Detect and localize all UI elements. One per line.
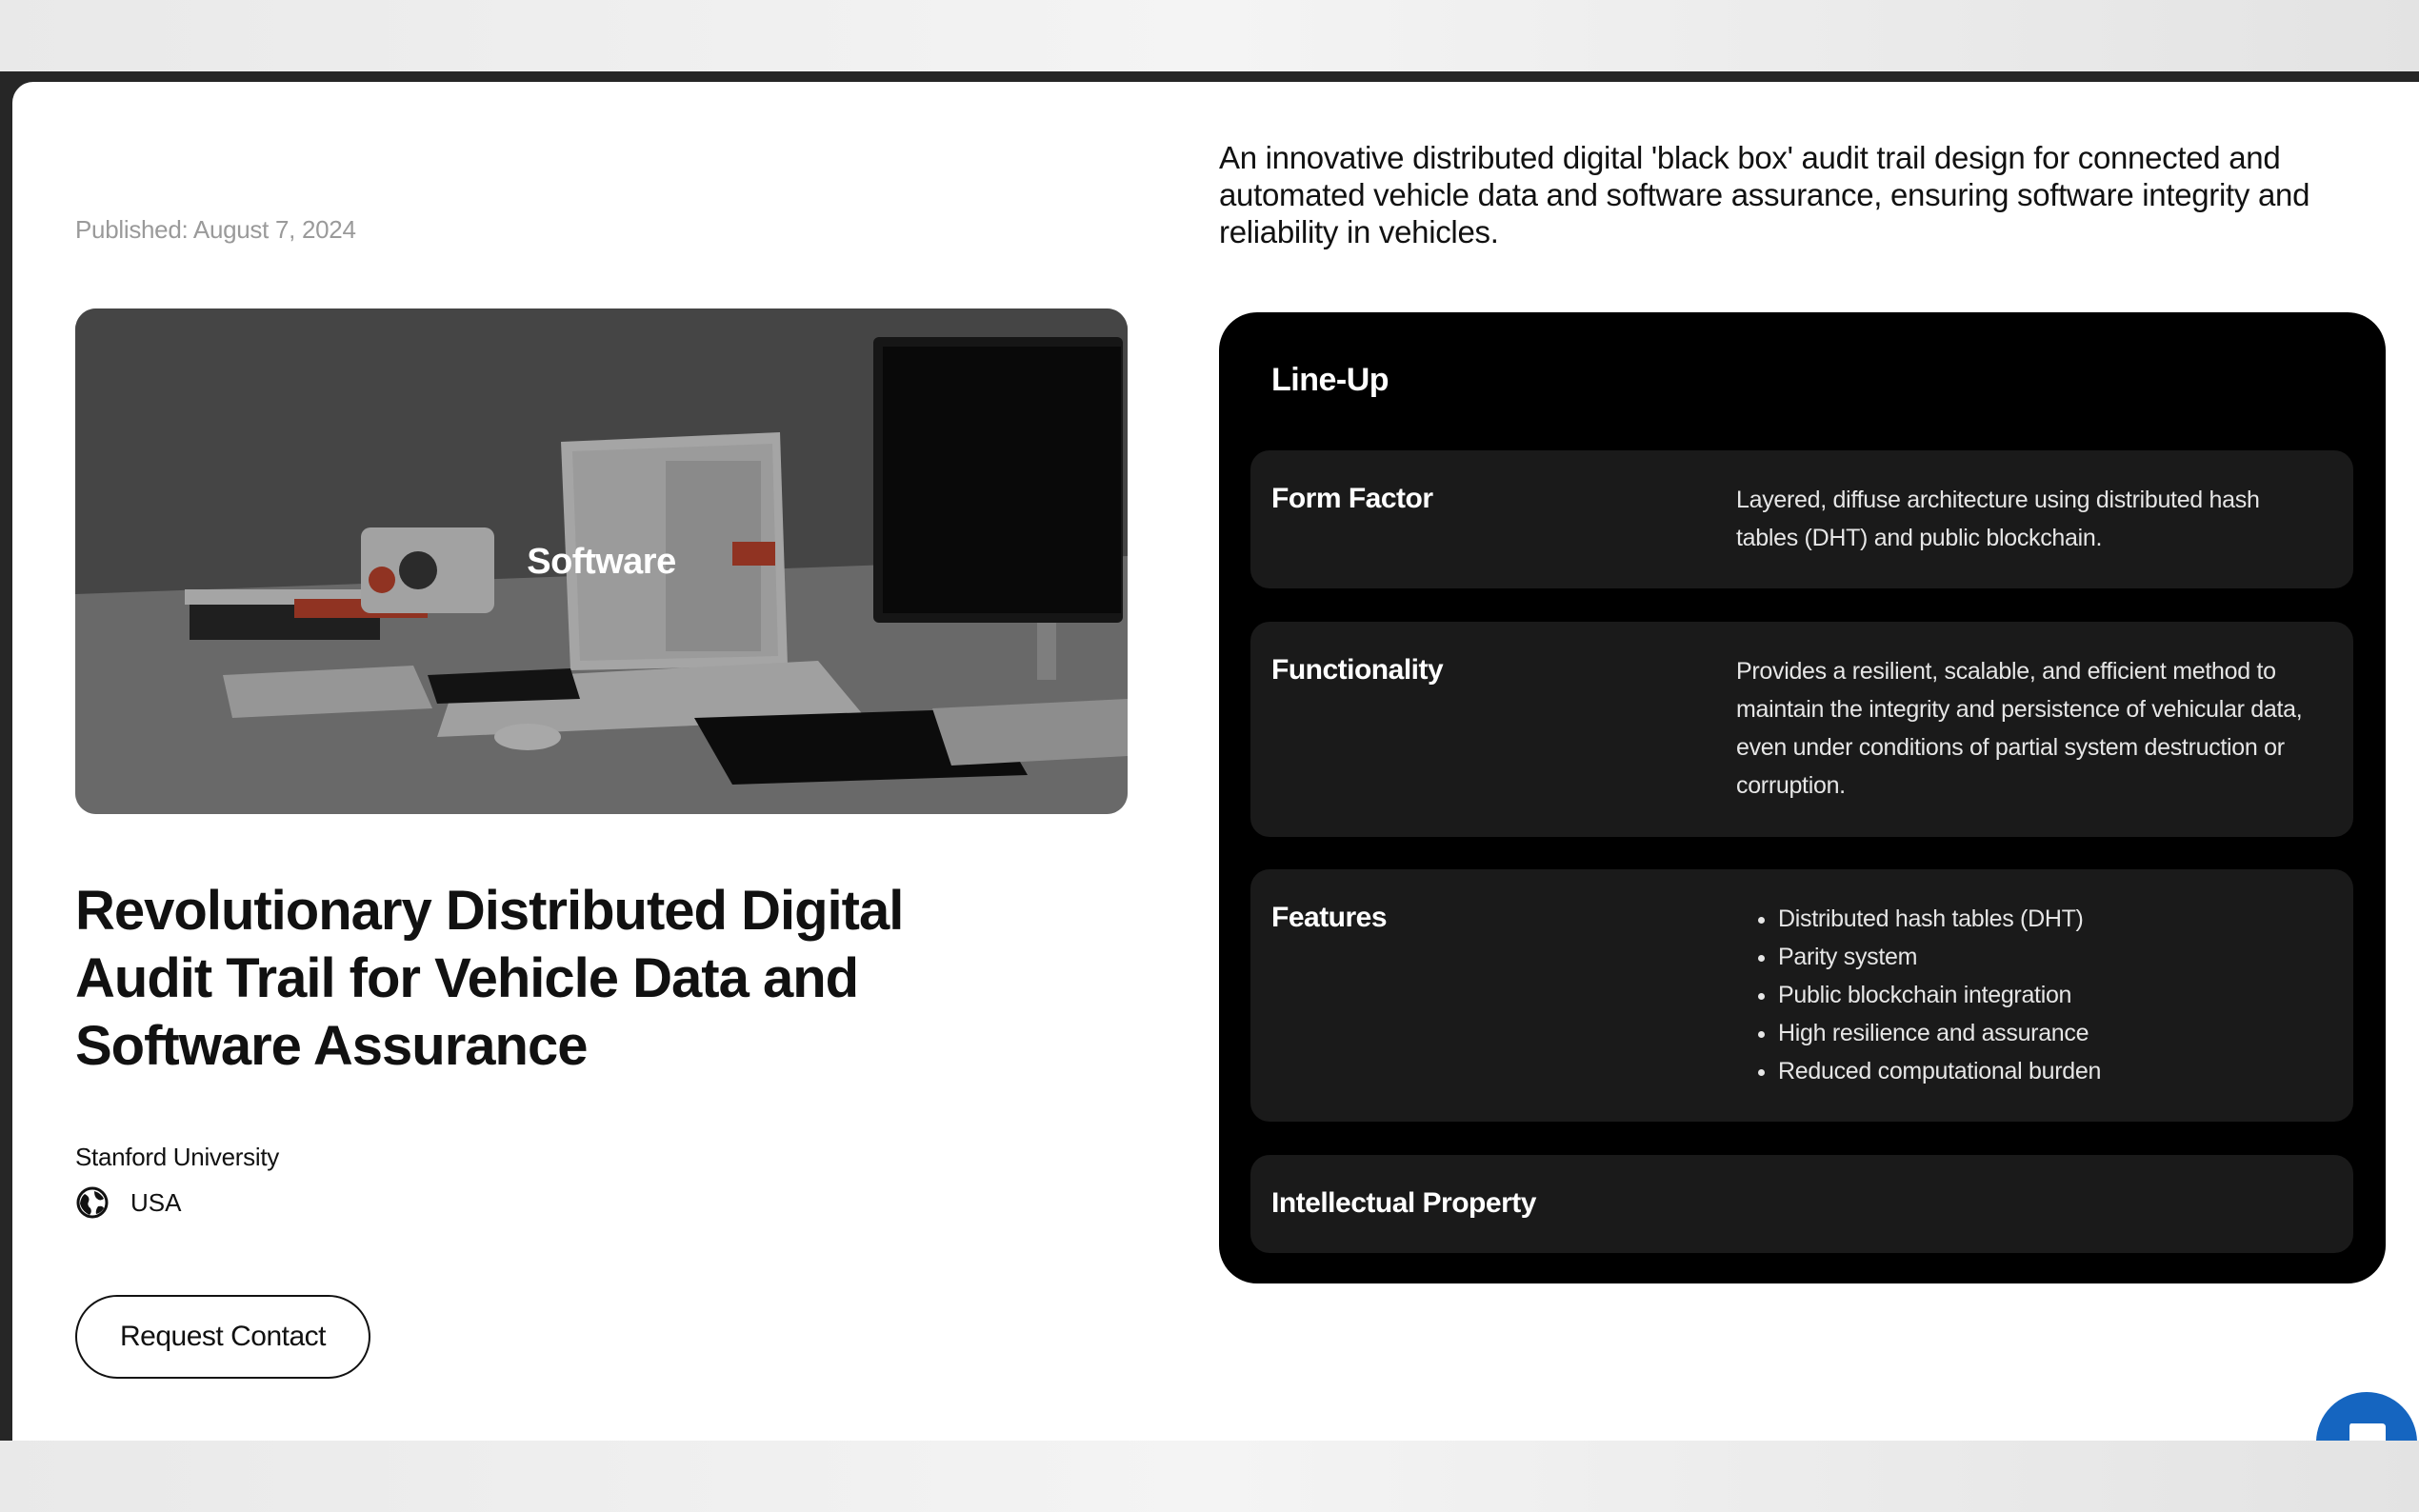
category-label: Software [527, 542, 676, 582]
list-item: Reduced computational burden [1778, 1052, 2101, 1090]
spec-name: Intellectual Property [1271, 1187, 1536, 1219]
request-contact-button[interactable]: Request Contact [75, 1295, 370, 1379]
spec-name: Form Factor [1271, 483, 1433, 514]
country-row: USA [75, 1184, 181, 1222]
list-item: Public blockchain integration [1778, 976, 2101, 1014]
chat-icon [2349, 1423, 2386, 1441]
spec-description: Provides a resilient, scalable, and effi… [1736, 658, 2303, 799]
features-list: Distributed hash tables (DHT) Parity sys… [1736, 900, 2101, 1090]
lineup-title: Line-Up [1271, 362, 1389, 398]
spec-row-functionality: Functionality Provides a resilient, scal… [1250, 622, 2353, 837]
list-item: Parity system [1778, 938, 2101, 976]
list-item: High resilience and assurance [1778, 1014, 2101, 1052]
organization-name: Stanford University [75, 1143, 279, 1171]
chat-launcher-button[interactable] [2316, 1392, 2417, 1441]
list-item: Distributed hash tables (DHT) [1778, 900, 2101, 938]
spec-row-form-factor: Form Factor Layered, diffuse architectur… [1250, 450, 2353, 588]
globe-icon [76, 1186, 109, 1219]
country-label: USA [130, 1187, 182, 1217]
spec-row-features: Features Distributed hash tables (DHT) P… [1250, 869, 2353, 1122]
spec-name: Features [1271, 902, 1388, 933]
summary-text: An innovative distributed digital 'black… [1219, 140, 2310, 249]
spec-description: Layered, diffuse architecture using dist… [1736, 487, 2260, 551]
page-title: Revolutionary Distributed Digital Audit … [75, 880, 904, 1077]
published-date: Published: August 7, 2024 [75, 215, 356, 244]
hero-image: Software [75, 308, 1128, 814]
lineup-card: Line-Up Form Factor Layered, diffuse arc… [1219, 312, 2386, 1283]
spec-row-intellectual-property[interactable]: Intellectual Property [1250, 1155, 2353, 1253]
spec-name: Functionality [1271, 654, 1444, 686]
page: Published: August 7, 2024 Software Revol… [12, 82, 2419, 1441]
